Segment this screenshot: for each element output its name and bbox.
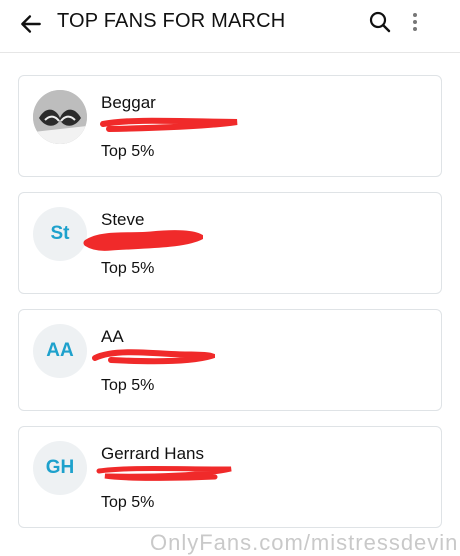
more-vertical-icon[interactable] (408, 10, 422, 34)
fan-rank: Top 5% (101, 494, 155, 511)
redaction-scribble (100, 117, 238, 132)
fan-card[interactable]: AA AA Top 5% (18, 309, 442, 411)
avatar-photo (33, 90, 87, 144)
fan-rank: Top 5% (101, 143, 155, 160)
avatar[interactable]: St (33, 207, 87, 261)
fan-rank: Top 5% (101, 377, 155, 394)
fan-name: Beggar (101, 93, 156, 112)
top-app-bar: TOP FANS FOR MARCH (0, 0, 460, 53)
fan-rank: Top 5% (101, 260, 155, 277)
arrow-left-icon[interactable] (18, 11, 44, 37)
fan-card[interactable]: GH Gerrard Hans Top 5% (18, 426, 442, 528)
avatar[interactable]: GH (33, 441, 87, 495)
avatar[interactable]: AA (33, 324, 87, 378)
watermark: OnlyFans.com/mistressdevin1 (150, 530, 460, 555)
fan-card[interactable]: St Steve Top 5% (18, 192, 442, 294)
fan-card[interactable]: Beggar Top 5% (18, 75, 442, 177)
search-icon[interactable] (368, 10, 392, 34)
redaction-scribble (92, 349, 215, 365)
redaction-scribble (96, 466, 232, 481)
page-title: TOP FANS FOR MARCH (57, 10, 286, 32)
redaction-scribble (83, 230, 203, 251)
avatar[interactable] (33, 90, 87, 144)
